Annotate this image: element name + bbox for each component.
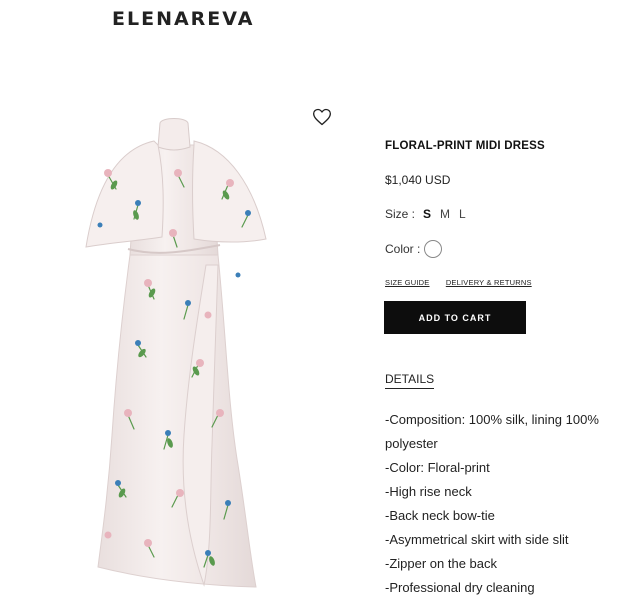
delivery-returns-link[interactable]: DELIVERY & RETURNS [446, 278, 532, 287]
details-line: polyester [385, 436, 438, 451]
details-heading[interactable]: DETAILS [385, 372, 435, 389]
size-selector: Size : S M L [385, 207, 466, 221]
color-selector: Color : [385, 240, 443, 258]
color-swatch[interactable] [424, 240, 443, 258]
info-links: SIZE GUIDE DELIVERY & RETURNS [385, 278, 546, 287]
add-to-cart-button[interactable]: ADD TO CART [384, 301, 526, 334]
details-list: -Composition: 100% silk, lining 100% pol… [385, 408, 613, 600]
details-line: -Asymmetrical skirt with side slit [385, 532, 569, 547]
details-line: -Back neck bow-tie [385, 508, 495, 523]
product-price: $1,040 USD [385, 173, 451, 187]
color-label: Color : [385, 242, 421, 256]
size-label: Size : [385, 207, 416, 221]
details-line: -Composition: 100% silk, lining 100% [385, 412, 599, 427]
wishlist-heart-icon[interactable] [312, 107, 332, 127]
size-guide-link[interactable]: SIZE GUIDE [385, 278, 430, 287]
product-title: FLORAL-PRINT MIDI DRESS [385, 140, 545, 152]
brand-logo[interactable]: ELENAREVA [112, 8, 254, 30]
product-image[interactable] [78, 115, 278, 593]
details-line: -High rise neck [385, 484, 472, 499]
details-line: -Professional dry cleaning [385, 580, 535, 595]
size-option-l[interactable]: L [459, 207, 466, 221]
size-option-s[interactable]: S [423, 207, 431, 221]
details-line: -Zipper on the back [385, 556, 498, 571]
details-line: -Color: Floral-print [385, 460, 490, 475]
size-option-m[interactable]: M [440, 207, 450, 221]
